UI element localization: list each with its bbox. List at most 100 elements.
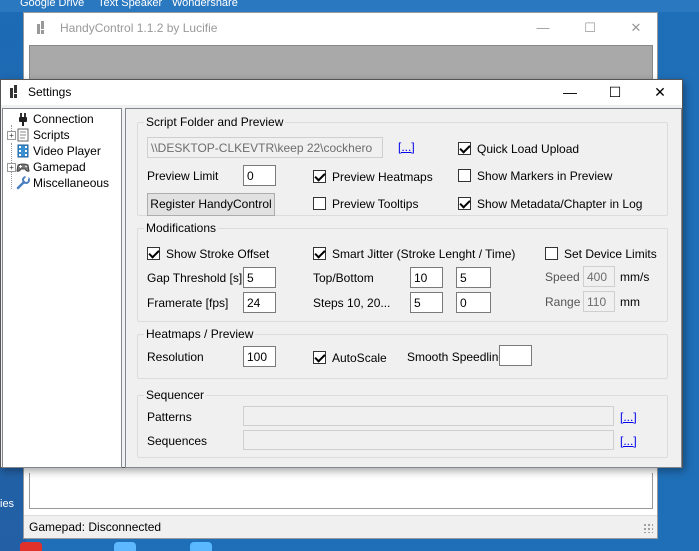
checkbox-label: Preview Tooltips (332, 197, 419, 211)
settings-window: Settings — ☐ ✕ Connection + Scripts Vide… (0, 79, 683, 468)
sequences-path-field[interactable] (243, 430, 614, 450)
tree-item-label: Connection (33, 112, 94, 126)
checkbox-box[interactable] (313, 247, 326, 260)
main-close-button[interactable]: ✕ (626, 19, 646, 37)
range-label: Range (545, 295, 581, 309)
checkbox-box[interactable] (313, 170, 326, 183)
main-maximize-button[interactable]: ☐ (580, 19, 600, 37)
group-script-folder: Script Folder and Preview \\DESKTOP-CLKE… (137, 115, 668, 216)
framerate-input[interactable]: 24 (243, 292, 276, 313)
speed-label: Speed (545, 270, 580, 284)
resize-grip[interactable] (643, 523, 653, 533)
steps-input-1[interactable]: 5 (410, 292, 443, 313)
steps-label: Steps 10, 20... (313, 296, 391, 310)
tree-item-connection[interactable]: Connection (3, 111, 121, 127)
preview-heatmaps-checkbox[interactable]: Preview Heatmaps (313, 169, 443, 185)
wrench-icon (16, 176, 30, 190)
smart-jitter-checkbox[interactable]: Smart Jitter (Stroke Lenght / Time) (313, 246, 523, 262)
desktop-item-google-drive[interactable]: Google Drive (20, 0, 84, 9)
expand-icon[interactable]: + (7, 131, 16, 140)
tree-item-label: Gamepad (33, 160, 86, 174)
desktop-taskbar-strip: Google Drive Text Speaker Wondershare (0, 0, 699, 12)
gamepad-icon (16, 163, 30, 172)
show-stroke-offset-checkbox[interactable]: Show Stroke Offset (147, 246, 287, 262)
patterns-browse-link[interactable]: [...] (620, 410, 637, 424)
tree-item-video-player[interactable]: Video Player (3, 143, 121, 159)
main-minimize-button[interactable]: — (533, 19, 553, 37)
gap-threshold-input[interactable]: 5 (243, 267, 276, 288)
gap-threshold-label: Gap Threshold [s] (147, 271, 243, 285)
preview-limit-input[interactable]: 0 (243, 165, 276, 186)
group-title: Heatmaps / Preview (144, 327, 256, 341)
set-device-limits-checkbox[interactable]: Set Device Limits (545, 246, 665, 262)
checkbox-box[interactable] (313, 351, 326, 364)
tree-item-miscellaneous[interactable]: Miscellaneous (3, 175, 121, 191)
range-unit: mm (620, 295, 640, 309)
sequences-browse-link[interactable]: [...] (620, 434, 637, 448)
checkbox-box[interactable] (458, 142, 471, 155)
range-input[interactable]: 110 (583, 291, 615, 312)
handycontrol-logo-icon (10, 85, 18, 99)
checkbox-label: Smart Jitter (Stroke Lenght / Time) (332, 247, 516, 261)
script-folder-path-field[interactable]: \\DESKTOP-CLKEVTR\keep 22\cockhero (147, 137, 383, 158)
checkbox-label: Show Metadata/Chapter in Log (477, 197, 643, 211)
checkbox-label: Quick Load Upload (477, 142, 580, 156)
preview-tooltips-checkbox[interactable]: Preview Tooltips (313, 196, 443, 212)
sequences-label: Sequences (147, 434, 208, 448)
checkbox-box[interactable] (458, 197, 471, 210)
tree-item-scripts[interactable]: + Scripts (3, 127, 121, 143)
show-markers-checkbox[interactable]: Show Markers in Preview (458, 168, 638, 184)
handycontrol-logo-icon (37, 21, 45, 35)
speed-input[interactable]: 400 (583, 266, 615, 287)
desktop-item-text-speaker[interactable]: Text Speaker (98, 0, 162, 9)
tree-item-gamepad[interactable]: + Gamepad (3, 159, 121, 175)
expand-icon[interactable]: + (7, 163, 16, 172)
script-folder-browse-link[interactable]: [...] (398, 140, 415, 154)
checkbox-box[interactable] (313, 197, 326, 210)
settings-titlebar[interactable]: Settings — ☐ ✕ (1, 80, 682, 105)
settings-minimize-button[interactable]: — (549, 80, 591, 105)
top-bottom-label: Top/Bottom (313, 271, 374, 285)
register-handycontrol-button[interactable]: Register HandyControl (147, 193, 275, 216)
framerate-label: Framerate [fps] (147, 296, 229, 310)
steps-input-2[interactable]: 0 (456, 292, 491, 313)
settings-close-button[interactable]: ✕ (639, 80, 681, 105)
smooth-speedline-label: Smooth Speedline (407, 350, 506, 364)
group-sequencer: Sequencer Patterns [...] Sequences [...] (137, 388, 668, 458)
main-titlebar[interactable]: HandyControl 1.1.2 by Lucifie — ☐ ✕ (24, 13, 657, 43)
status-bar: Gamepad: Disconnected (24, 515, 657, 538)
patterns-path-field[interactable] (243, 406, 614, 426)
desktop-red-icon[interactable] (20, 542, 42, 551)
checkbox-label: Set Device Limits (564, 247, 657, 261)
tree-item-label: Video Player (33, 144, 101, 158)
checkbox-box[interactable] (147, 247, 160, 260)
group-title: Script Folder and Preview (144, 115, 286, 129)
top-input[interactable]: 10 (410, 267, 443, 288)
settings-title: Settings (28, 85, 72, 99)
gamepad-status: Gamepad: Disconnected (29, 520, 162, 534)
main-log-area[interactable] (29, 473, 653, 509)
checkbox-box[interactable] (545, 247, 558, 260)
desktop-blue-icon[interactable] (190, 542, 212, 551)
autoscale-checkbox[interactable]: AutoScale (313, 350, 393, 366)
desktop-item-wondershare[interactable]: Wondershare (172, 0, 238, 9)
smooth-speedline-input[interactable] (499, 345, 532, 366)
script-page-icon (17, 128, 29, 142)
settings-category-tree[interactable]: Connection + Scripts Video Player + Game… (2, 108, 122, 468)
checkbox-box[interactable] (458, 169, 471, 182)
patterns-label: Patterns (147, 410, 192, 424)
show-metadata-checkbox[interactable]: Show Metadata/Chapter in Log (458, 196, 658, 212)
checkbox-label: Show Stroke Offset (166, 247, 270, 261)
settings-maximize-button[interactable]: ☐ (594, 80, 636, 105)
preview-limit-label: Preview Limit (147, 169, 219, 183)
group-heatmaps: Heatmaps / Preview Resolution 100 AutoSc… (137, 327, 668, 379)
bottom-input[interactable]: 5 (456, 267, 491, 288)
checkbox-label: AutoScale (332, 351, 387, 365)
resolution-input[interactable]: 100 (243, 346, 276, 367)
quick-load-upload-checkbox[interactable]: Quick Load Upload (458, 141, 618, 157)
checkbox-label: Show Markers in Preview (477, 169, 613, 183)
speed-unit: mm/s (620, 270, 650, 284)
desktop-blue-icon[interactable] (114, 542, 136, 551)
main-window-title: HandyControl 1.1.2 by Lucifie (60, 21, 218, 35)
checkbox-label: Preview Heatmaps (332, 170, 433, 184)
